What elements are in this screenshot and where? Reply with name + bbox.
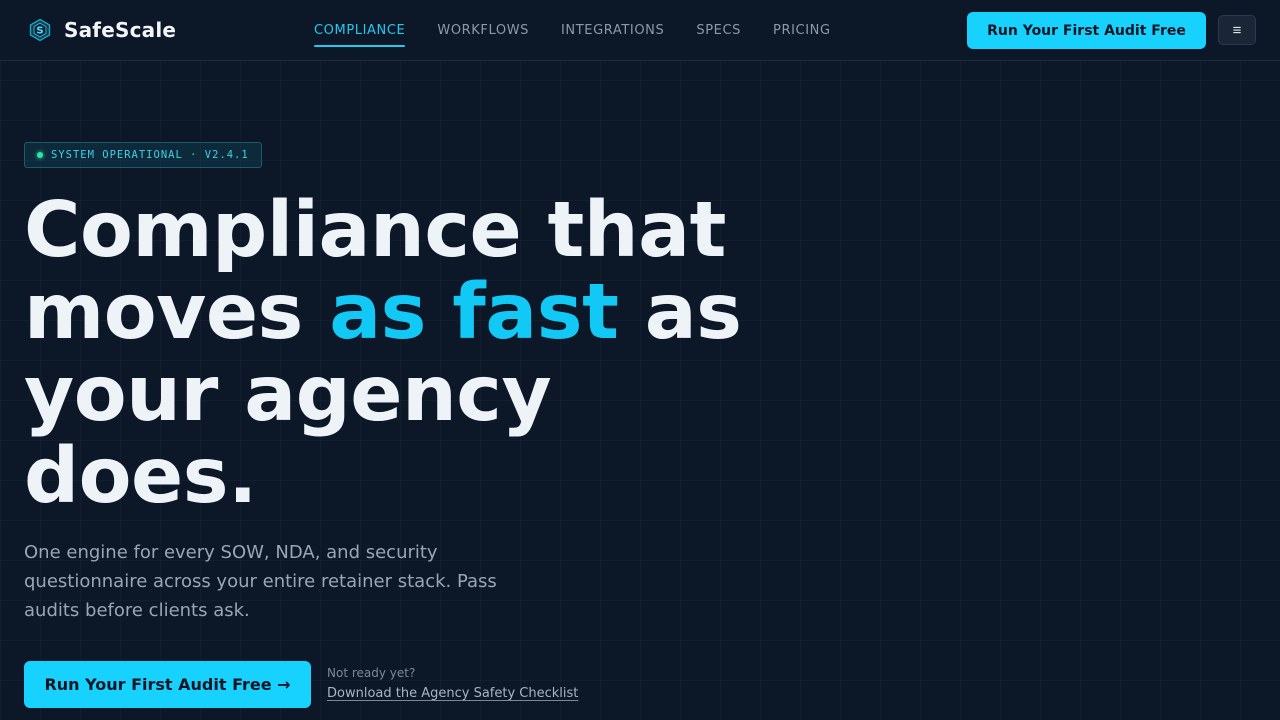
hamburger-icon: ≡ <box>1232 21 1242 39</box>
nav-item-compliance[interactable]: COMPLIANCE <box>314 23 406 47</box>
svg-text:S: S <box>36 26 43 37</box>
brand[interactable]: S SafeScale <box>28 16 176 44</box>
nav-item-integrations[interactable]: INTEGRATIONS <box>561 23 664 38</box>
hero-headline: Compliance that moves as fast as your ag… <box>24 190 784 518</box>
download-checklist-link[interactable]: Download the Agency Safety Checklist <box>327 686 578 701</box>
nav-item-specs[interactable]: SPECS <box>696 23 741 38</box>
header-run-audit-button[interactable]: Run Your First Audit Free <box>967 12 1206 49</box>
status-badge: SYSTEM OPERATIONAL · V2.4.1 <box>24 142 262 168</box>
nav-item-pricing[interactable]: PRICING <box>773 23 831 38</box>
main-nav: COMPLIANCE WORKFLOWS INTEGRATIONS SPECS … <box>314 0 831 61</box>
nav-item-workflows[interactable]: WORKFLOWS <box>437 23 529 38</box>
headline-accent: as fast <box>329 268 619 357</box>
brand-name: SafeScale <box>64 18 177 42</box>
shield-s-logo-icon: S <box>29 18 51 42</box>
status-dot-icon <box>37 152 43 158</box>
status-text: SYSTEM OPERATIONAL · V2.4.1 <box>51 149 249 161</box>
landing-page: S SafeScale COMPLIANCE WORKFLOWS INTEGRA… <box>0 0 1280 720</box>
hamburger-menu-button[interactable]: ≡ <box>1218 15 1256 45</box>
hero-subtitle: One engine for every SOW, NDA, and secur… <box>24 542 497 621</box>
hero-run-audit-button[interactable]: Run Your First Audit Free → <box>24 661 311 708</box>
not-ready-label: Not ready yet? <box>327 666 416 680</box>
top-navbar: S SafeScale COMPLIANCE WORKFLOWS INTEGRA… <box>0 0 1280 61</box>
